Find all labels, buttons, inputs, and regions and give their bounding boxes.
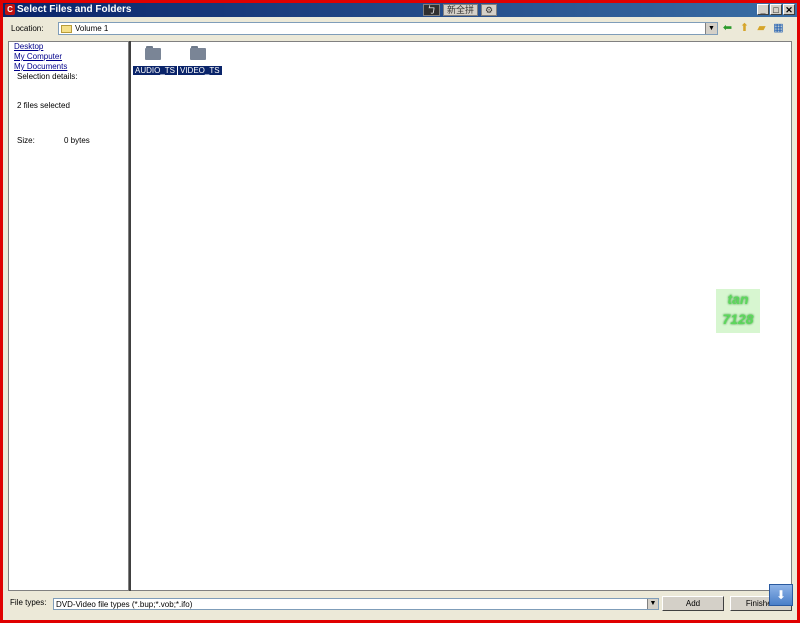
watermark-line-1: tan (727, 291, 749, 307)
file-item-label: VIDEO_TS (177, 65, 223, 76)
maximize-button[interactable]: □ (770, 4, 782, 15)
minimize-button[interactable]: _ (757, 4, 769, 15)
location-label: Location: (11, 24, 44, 33)
up-folder-icon[interactable]: ⬆ (738, 22, 751, 35)
chevron-down-icon[interactable]: ▼ (705, 23, 717, 34)
add-button[interactable]: Add (662, 596, 724, 611)
file-item-audio-ts[interactable]: AUDIO_TS (131, 46, 179, 76)
close-button[interactable]: ✕ (783, 4, 795, 15)
app-icon: C (5, 4, 15, 15)
selection-details-label: Selection details: (17, 72, 78, 81)
size-value: 0 bytes (64, 136, 90, 145)
ime-settings-icon[interactable]: ⚙ (481, 4, 498, 16)
file-types-combobox[interactable]: DVD-Video file types (*.bup;*.vob;*.ifo)… (53, 598, 659, 610)
location-combobox[interactable]: Volume 1 ▼ (58, 22, 718, 35)
folder-icon (61, 25, 72, 33)
ime-toolbar: ㄅ 新全拼 ⚙ (423, 4, 498, 16)
place-link-desktop[interactable]: Desktop (14, 42, 128, 52)
title-bar[interactable]: C Select Files and Folders ㄅ 新全拼 ⚙ _ □ ✕ (3, 3, 797, 17)
location-bar: Location: Volume 1 ▼ ⬅ ⬆ ▰ ▦ (3, 19, 797, 39)
places-pane: Desktop My Computer My Documents Selecti… (8, 41, 129, 591)
window-title: Select Files and Folders (17, 4, 132, 15)
folder-icon (145, 46, 161, 60)
ime-input-method-button[interactable]: 新全拼 (443, 4, 479, 16)
file-types-bar: File types: DVD-Video file types (*.bup;… (3, 594, 797, 620)
file-item-label: AUDIO_TS (131, 65, 179, 76)
new-folder-icon[interactable]: ▰ (755, 22, 768, 35)
view-menu-icon[interactable]: ▦ (772, 22, 785, 35)
size-label: Size: (17, 136, 35, 145)
ime-mode-icon[interactable]: ㄅ (423, 4, 441, 16)
back-icon[interactable]: ⬅ (721, 22, 734, 35)
chevron-down-icon[interactable]: ▼ (647, 599, 658, 609)
window-controls: _ □ ✕ (757, 4, 795, 15)
watermark-logo: tan 7128 (716, 289, 760, 333)
navigation-toolbar: ⬅ ⬆ ▰ ▦ (721, 22, 785, 35)
file-types-label: File types: (10, 598, 47, 607)
file-list-pane[interactable]: AUDIO_TS VIDEO_TS (131, 41, 792, 591)
folder-icon (190, 46, 206, 60)
download-arrow-icon[interactable]: ⬇ (769, 584, 793, 606)
file-types-value: DVD-Video file types (*.bup;*.vob;*.ifo) (56, 600, 193, 609)
selection-summary: 2 files selected (17, 101, 70, 110)
watermark-line-2: 7128 (722, 311, 754, 327)
location-value: Volume 1 (75, 24, 109, 33)
place-link-my-computer[interactable]: My Computer (14, 52, 128, 62)
file-item-video-ts[interactable]: VIDEO_TS (177, 46, 223, 76)
place-link-my-documents[interactable]: My Documents (14, 62, 128, 72)
